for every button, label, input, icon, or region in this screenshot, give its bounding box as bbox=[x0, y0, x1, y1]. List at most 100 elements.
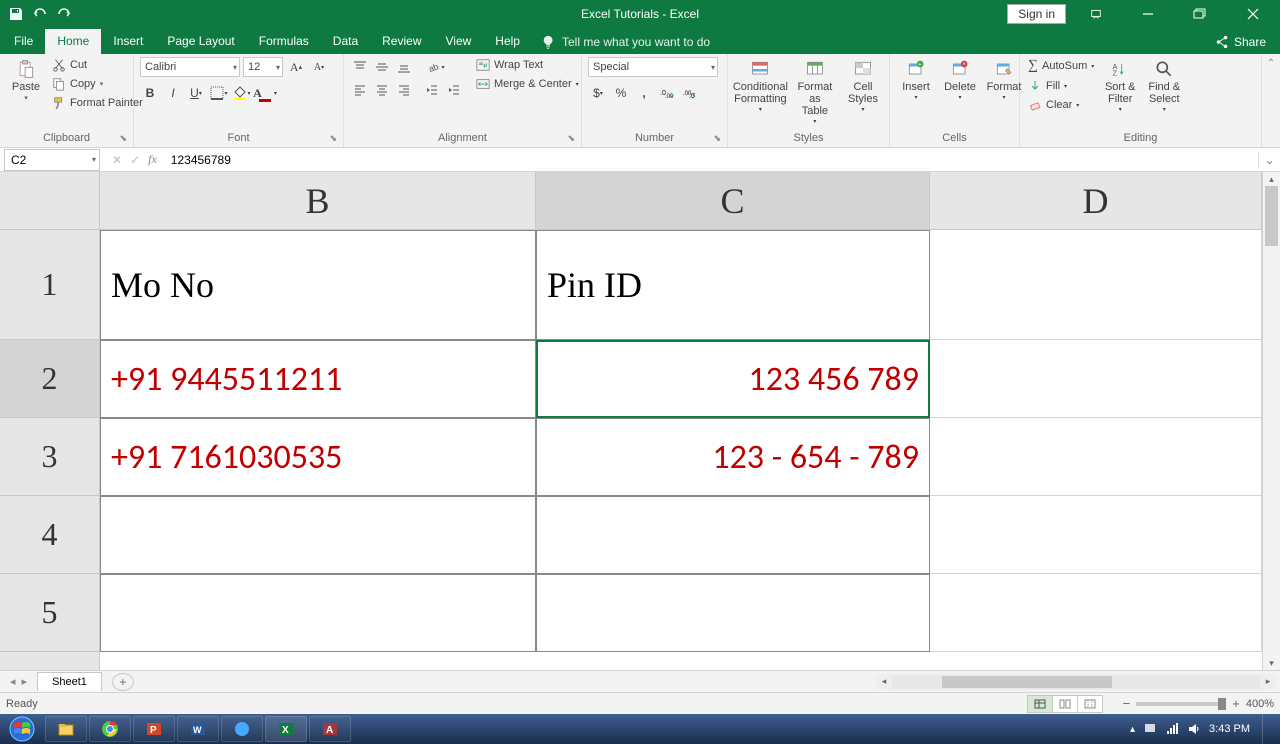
clear-button[interactable]: Clear ▾ bbox=[1026, 97, 1096, 113]
cell-c3[interactable]: 123 - 654 - 789 bbox=[536, 418, 930, 496]
tab-formulas[interactable]: Formulas bbox=[247, 29, 321, 54]
tray-expand-icon[interactable]: ▴ bbox=[1130, 724, 1135, 735]
tray-network-icon[interactable] bbox=[1165, 722, 1179, 736]
tab-review[interactable]: Review bbox=[370, 29, 433, 54]
share-button[interactable]: Share bbox=[1201, 30, 1280, 54]
tray-volume-icon[interactable] bbox=[1187, 722, 1201, 736]
row-header-3[interactable]: 3 bbox=[0, 418, 99, 496]
collapse-ribbon-icon[interactable]: ⌃ bbox=[1262, 54, 1280, 147]
decrease-indent-icon[interactable] bbox=[422, 80, 442, 100]
restore-button[interactable] bbox=[1178, 0, 1222, 28]
copy-button[interactable]: Copy ▾ bbox=[50, 76, 145, 92]
vertical-scrollbar[interactable]: ▴▾ bbox=[1262, 172, 1280, 670]
col-header-d[interactable]: D bbox=[930, 172, 1262, 229]
align-bottom-icon[interactable] bbox=[394, 57, 414, 77]
tab-page-layout[interactable]: Page Layout bbox=[155, 29, 246, 54]
number-launcher-icon[interactable]: ⬊ bbox=[713, 133, 721, 144]
font-size-combo[interactable]: 12▾ bbox=[243, 57, 283, 77]
save-icon[interactable] bbox=[8, 6, 24, 22]
align-center-icon[interactable] bbox=[372, 80, 392, 100]
tab-insert[interactable]: Insert bbox=[101, 29, 155, 54]
insert-cells-button[interactable]: +Insert▾ bbox=[896, 57, 936, 104]
zoom-level[interactable]: 400% bbox=[1246, 698, 1274, 710]
sheet-tab-1[interactable]: Sheet1 bbox=[37, 672, 102, 691]
alignment-launcher-icon[interactable]: ⬊ bbox=[567, 133, 575, 144]
align-top-icon[interactable] bbox=[350, 57, 370, 77]
decrease-decimal-icon[interactable]: .00.0 bbox=[680, 83, 700, 103]
cancel-icon[interactable]: ✕ bbox=[112, 153, 122, 167]
underline-icon[interactable]: U▾ bbox=[186, 83, 206, 103]
tab-file[interactable]: File bbox=[2, 29, 45, 54]
expand-formula-bar-icon[interactable]: ⌄ bbox=[1258, 153, 1280, 167]
cell-d4[interactable] bbox=[930, 496, 1262, 574]
italic-icon[interactable]: I bbox=[163, 83, 183, 103]
align-right-icon[interactable] bbox=[394, 80, 414, 100]
clipboard-launcher-icon[interactable]: ⬊ bbox=[119, 133, 127, 144]
cell-d3[interactable] bbox=[930, 418, 1262, 496]
increase-indent-icon[interactable] bbox=[444, 80, 464, 100]
comma-format-icon[interactable]: , bbox=[634, 83, 654, 103]
tab-home[interactable]: Home bbox=[45, 29, 101, 54]
sign-in-button[interactable]: Sign in bbox=[1007, 4, 1066, 24]
zoom-in-icon[interactable]: + bbox=[1232, 696, 1240, 711]
sort-filter-button[interactable]: AZSort & Filter▾ bbox=[1100, 57, 1140, 116]
increase-decimal-icon[interactable]: .0.00 bbox=[657, 83, 677, 103]
horizontal-scrollbar[interactable]: ◂▸ bbox=[876, 674, 1276, 690]
cell-b5[interactable] bbox=[100, 574, 536, 652]
row-header-5[interactable]: 5 bbox=[0, 574, 99, 652]
cell-b4[interactable] bbox=[100, 496, 536, 574]
sheet-nav-next-icon[interactable]: ▸ bbox=[22, 675, 28, 688]
redo-icon[interactable] bbox=[56, 6, 72, 22]
tab-data[interactable]: Data bbox=[321, 29, 370, 54]
delete-cells-button[interactable]: ×Delete▾ bbox=[940, 57, 980, 104]
decrease-font-icon[interactable]: A▾ bbox=[309, 57, 329, 77]
row-header-2[interactable]: 2 bbox=[0, 340, 99, 418]
orientation-icon[interactable]: ab▾ bbox=[422, 57, 450, 77]
fill-color-icon[interactable]: ▾ bbox=[232, 83, 252, 103]
cell-c2[interactable]: 123 456 789 bbox=[536, 340, 930, 418]
autosum-button[interactable]: ∑AutoSum ▾ bbox=[1026, 57, 1096, 75]
new-sheet-button[interactable]: + bbox=[112, 673, 134, 691]
tell-me[interactable]: Tell me what you want to do bbox=[532, 30, 720, 54]
format-painter-button[interactable]: Format Painter bbox=[50, 95, 145, 111]
tray-clock[interactable]: 3:43 PM bbox=[1209, 723, 1250, 735]
align-left-icon[interactable] bbox=[350, 80, 370, 100]
undo-icon[interactable] bbox=[32, 6, 48, 22]
increase-font-icon[interactable]: A▴ bbox=[286, 57, 306, 77]
find-select-button[interactable]: Find & Select▾ bbox=[1144, 57, 1184, 116]
bold-icon[interactable]: B bbox=[140, 83, 160, 103]
font-launcher-icon[interactable]: ⬊ bbox=[329, 133, 337, 144]
format-cells-button[interactable]: Format▾ bbox=[984, 57, 1024, 104]
merge-center-button[interactable]: Merge & Center ▾ bbox=[474, 76, 581, 92]
page-break-view-icon[interactable] bbox=[1077, 695, 1103, 713]
cell-b1[interactable]: Mo No bbox=[100, 230, 536, 340]
cell-d5[interactable] bbox=[930, 574, 1262, 652]
sheet-nav-prev-icon[interactable]: ◂ bbox=[10, 675, 16, 688]
fill-button[interactable]: Fill ▾ bbox=[1026, 78, 1096, 94]
cell-styles-button[interactable]: Cell Styles▾ bbox=[843, 57, 883, 116]
row-header-1[interactable]: 1 bbox=[0, 230, 99, 340]
col-header-c[interactable]: C bbox=[536, 172, 930, 229]
wrap-text-button[interactable]: abWrap Text bbox=[474, 57, 581, 73]
zoom-slider[interactable] bbox=[1136, 702, 1226, 706]
tab-view[interactable]: View bbox=[434, 29, 484, 54]
cell-c5[interactable] bbox=[536, 574, 930, 652]
format-as-table-button[interactable]: Format as Table▾ bbox=[791, 57, 839, 128]
tray-flag-icon[interactable] bbox=[1143, 722, 1157, 736]
number-format-combo[interactable]: Special▾ bbox=[588, 57, 718, 77]
percent-format-icon[interactable]: % bbox=[611, 83, 631, 103]
cut-button[interactable]: Cut bbox=[50, 57, 145, 73]
col-header-b[interactable]: B bbox=[100, 172, 536, 229]
minimize-button[interactable] bbox=[1126, 0, 1170, 28]
zoom-out-icon[interactable]: − bbox=[1123, 696, 1131, 711]
ribbon-options-icon[interactable] bbox=[1074, 0, 1118, 28]
paste-button[interactable]: Paste ▾ bbox=[6, 57, 46, 105]
normal-view-icon[interactable] bbox=[1027, 695, 1053, 713]
show-desktop-button[interactable] bbox=[1262, 714, 1274, 744]
page-layout-view-icon[interactable] bbox=[1052, 695, 1078, 713]
formula-input[interactable]: 123456789 bbox=[165, 149, 1258, 171]
start-button[interactable] bbox=[0, 714, 44, 744]
font-name-combo[interactable]: Calibri▾ bbox=[140, 57, 240, 77]
row-header-4[interactable]: 4 bbox=[0, 496, 99, 574]
name-box[interactable]: C2▾ bbox=[4, 149, 100, 171]
